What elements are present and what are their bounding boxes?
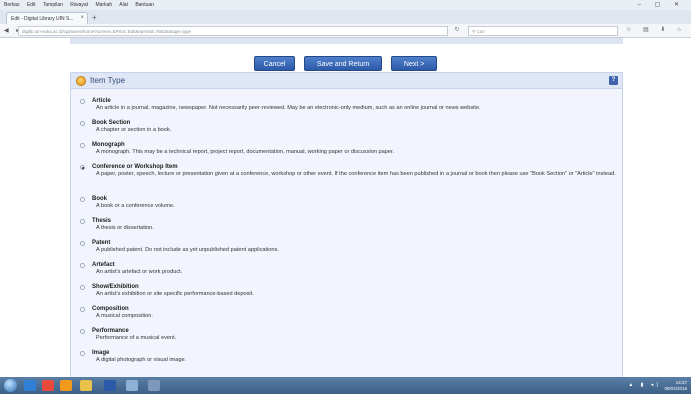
item-type-title: Book <box>92 196 107 202</box>
item-type-title: Thesis <box>92 218 112 224</box>
address-bar[interactable]: digilib.uin-suka.ac.id/cgi/users/home?sc… <box>18 26 448 36</box>
system-tray[interactable]: ▲ ▮ ◂) <box>628 382 661 388</box>
radio-button[interactable] <box>80 165 85 170</box>
menu-item-history[interactable]: Riwayat <box>70 2 88 8</box>
radio-button[interactable] <box>80 219 85 224</box>
item-type-description: A monograph. This may be a technical rep… <box>96 149 395 155</box>
radio-button[interactable] <box>80 241 85 246</box>
item-type-title: Performance <box>92 328 129 334</box>
item-type-panel: Item Type ? Article An article in a journ… <box>70 72 623 377</box>
menu-item-file[interactable]: Berkas <box>4 2 20 8</box>
start-button[interactable] <box>4 379 17 392</box>
panel-title: Item Type <box>90 76 125 85</box>
action-buttons: Cancel Save and Return Next > <box>0 53 691 71</box>
tab-title: Edit - Digital Library UIN S... <box>11 16 74 22</box>
browser-tab-bar: Edit - Digital Library UIN S... × + <box>0 10 691 24</box>
item-type-option[interactable]: Performance Performance of a musical even… <box>77 328 617 343</box>
item-type-title: Book Section <box>92 120 131 126</box>
new-tab-icon[interactable]: + <box>92 13 97 22</box>
item-type-option[interactable]: Book A book or a conference volume. <box>77 196 617 211</box>
radio-button[interactable] <box>80 307 85 312</box>
item-type-option[interactable]: Article An article in a journal, magazine… <box>77 98 617 113</box>
item-type-description: A thesis or dissertation. <box>96 225 154 231</box>
item-type-title: Monograph <box>92 142 125 148</box>
menu-item-edit[interactable]: Edit <box>27 2 36 8</box>
item-type-option[interactable]: Patent A published patent. Do not include… <box>77 240 617 255</box>
toolbar-icons[interactable]: ☆ ▤ ⬇ ⌂ ☺ ≡ <box>626 26 691 33</box>
browser-toolbar: ◀ ▸ digilib.uin-suka.ac.id/cgi/users/hom… <box>0 24 691 38</box>
reload-icon[interactable]: ↻ <box>452 26 462 36</box>
browser-menu-bar: Berkas Edit Tampilan Riwayat Markah Alat… <box>0 0 691 10</box>
item-type-title: Image <box>92 350 110 356</box>
cancel-button[interactable]: Cancel <box>253 56 296 71</box>
clock-date: 08/02/2016 <box>664 385 687 391</box>
top-strip <box>70 38 623 44</box>
item-type-description: An artist's exhibition or site specific … <box>96 291 254 297</box>
radio-button[interactable] <box>80 285 85 290</box>
menu-item-help[interactable]: Bantuan <box>135 2 154 8</box>
close-icon[interactable]: × <box>80 15 84 21</box>
ie-icon[interactable] <box>24 380 36 391</box>
item-type-option[interactable]: Composition A musical composition. <box>77 306 617 321</box>
radio-button[interactable] <box>80 351 85 356</box>
save-and-return-button[interactable]: Save and Return <box>303 56 383 71</box>
item-type-title: Artefact <box>92 262 115 268</box>
folder-icon[interactable] <box>80 380 92 391</box>
radio-button[interactable] <box>80 143 85 148</box>
bullet-icon <box>76 76 86 86</box>
item-type-option[interactable]: Image A digital photograph or visual imag… <box>77 350 617 365</box>
clock[interactable]: 14:27 08/02/2016 <box>664 380 687 391</box>
next-button[interactable]: Next > <box>390 56 438 71</box>
item-type-option[interactable]: Book Section A chapter or section in a bo… <box>77 120 617 135</box>
item-type-description: A paper, poster, speech, lecture or pres… <box>96 171 616 177</box>
window-controls[interactable]: – ▢ ✕ <box>638 1 685 8</box>
chrome-icon[interactable] <box>42 380 54 391</box>
item-type-description: A musical composition. <box>96 313 153 319</box>
radio-button[interactable] <box>80 263 85 268</box>
browser-tab[interactable]: Edit - Digital Library UIN S... × <box>6 12 88 24</box>
firefox-icon[interactable] <box>60 380 72 391</box>
item-type-title: Show/Exhibition <box>92 284 139 290</box>
item-type-option[interactable]: Show/Exhibition An artist's exhibition or… <box>77 284 617 299</box>
item-type-title: Article <box>92 98 111 104</box>
windows-taskbar: ▲ ▮ ◂) 14:27 08/02/2016 <box>0 377 691 394</box>
menu-item-bookmarks[interactable]: Markah <box>95 2 112 8</box>
help-icon[interactable]: ? <box>609 76 618 85</box>
menu-item-view[interactable]: Tampilan <box>43 2 63 8</box>
item-type-title: Patent <box>92 240 111 246</box>
item-type-description: A book or a conference volume. <box>96 203 175 209</box>
item-type-description: An artist's artefact or work product. <box>96 269 183 275</box>
search-placeholder: Cari <box>476 29 485 34</box>
item-type-description: A published patent. Do not include as ye… <box>96 247 279 253</box>
item-type-description: Performance of a musical event. <box>96 335 177 341</box>
item-type-description: A chapter or section in a book. <box>96 127 172 133</box>
radio-button[interactable] <box>80 329 85 334</box>
item-type-title: Conference or Workshop Item <box>92 164 178 170</box>
item-type-option[interactable]: Artefact An artist's artefact or work pro… <box>77 262 617 277</box>
item-type-title: Composition <box>92 306 129 312</box>
radio-button[interactable] <box>80 121 85 126</box>
item-type-option[interactable]: Monograph A monograph. This may be a tech… <box>77 142 617 157</box>
radio-button[interactable] <box>80 197 85 202</box>
item-type-description: A digital photograph or visual image. <box>96 357 187 363</box>
panel-header: Item Type ? <box>71 73 622 89</box>
paint-icon[interactable] <box>148 380 160 391</box>
search-input[interactable]: ⚲ Cari <box>468 26 618 36</box>
menu-item-tools[interactable]: Alat <box>119 2 128 8</box>
radio-button[interactable] <box>80 99 85 104</box>
item-type-option[interactable]: Conference or Workshop Item A paper, post… <box>77 164 617 179</box>
app-icon[interactable] <box>126 380 138 391</box>
word-icon[interactable] <box>104 380 116 391</box>
item-type-description: An article in a journal, magazine, newsp… <box>96 105 481 111</box>
item-type-option[interactable]: Thesis A thesis or dissertation. <box>77 218 617 233</box>
page-content: Cancel Save and Return Next > Item Type … <box>0 38 691 377</box>
